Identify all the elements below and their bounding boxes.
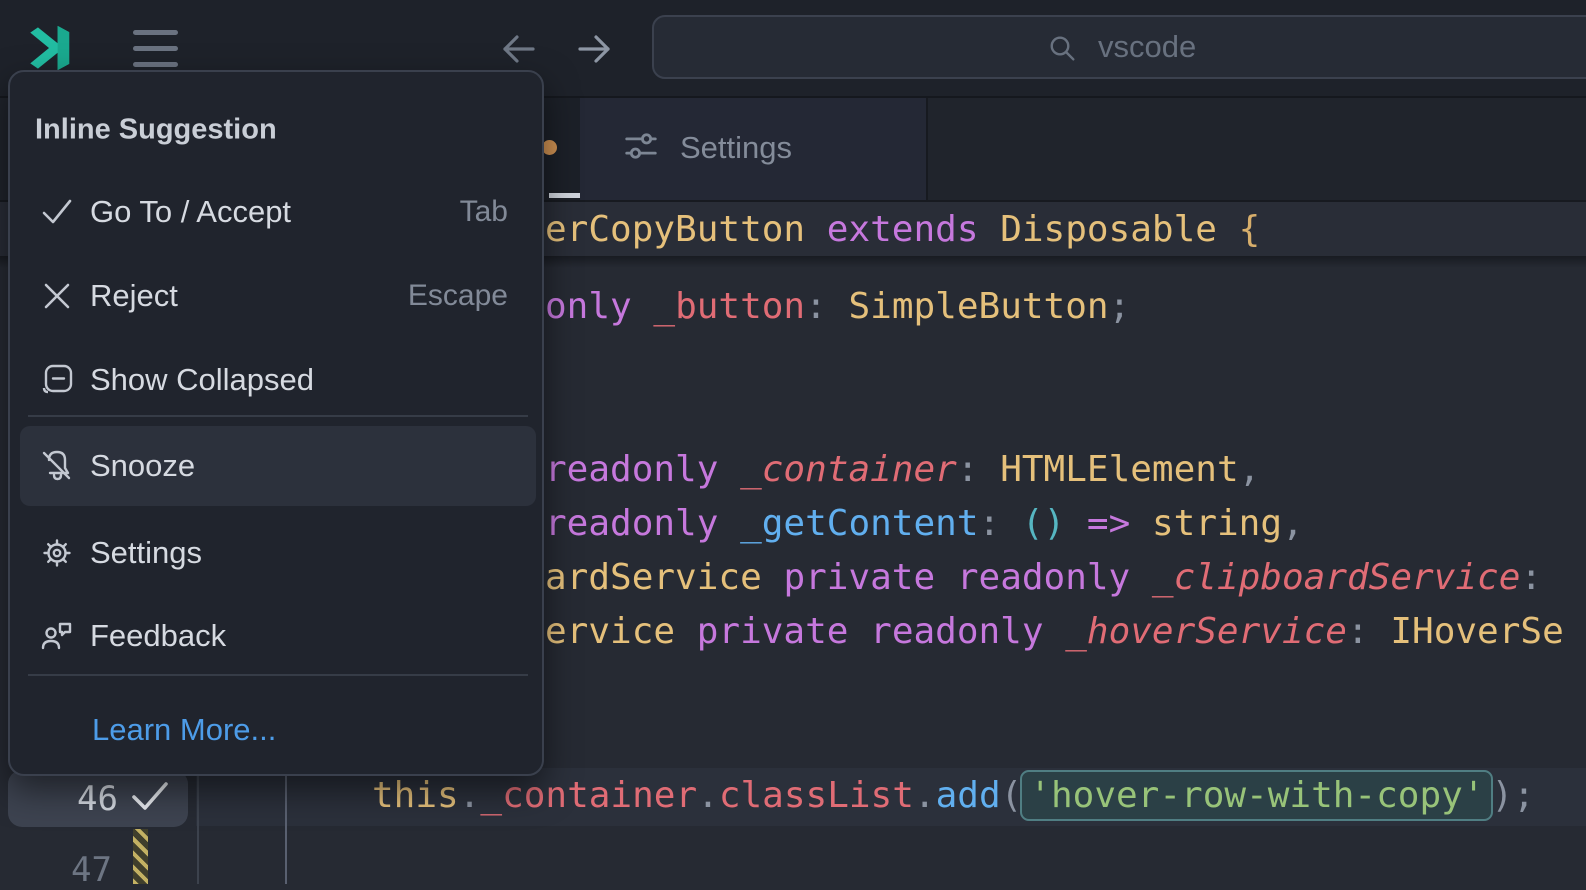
navigate-back-button[interactable] [496, 26, 542, 72]
menu-item-label: Feedback [90, 618, 227, 653]
search-icon [1046, 32, 1078, 69]
active-tab-partially-hidden[interactable] [538, 96, 580, 200]
code-line[interactable]: readonly _container: HTMLElement, [545, 448, 1260, 492]
vscode-window: { "titlebar": { "search_placeholder": "v… [0, 0, 1586, 890]
menu-divider [28, 674, 528, 676]
menu-item-reject[interactable]: Reject Escape [20, 256, 536, 336]
menu-item-shortcut: Tab [459, 195, 508, 228]
menu-item-settings[interactable]: Settings [20, 513, 536, 593]
highlighted-string: 'hover-row-with-copy' [1020, 770, 1494, 821]
menu-item-shortcut: Escape [407, 279, 508, 312]
menu-item-label: Settings [90, 535, 203, 570]
menu-item-label: Reject [90, 278, 178, 313]
inline-suggestion-context-menu: Inline Suggestion Go To / Accept Tab Rej… [8, 70, 544, 776]
sliders-icon [622, 127, 660, 170]
tab-settings[interactable]: Settings [580, 96, 928, 200]
code-line[interactable]: ervice private readonly _hoverService: I… [545, 610, 1564, 654]
bell-slash-icon [38, 447, 76, 485]
menu-item-snooze[interactable]: Snooze [20, 426, 536, 506]
active-tab-underline [549, 193, 580, 198]
close-icon [38, 277, 76, 315]
gear-icon [38, 534, 76, 572]
menu-item-label: Go To / Accept [90, 194, 292, 229]
menu-item-label: Show Collapsed [90, 362, 315, 397]
code-line[interactable]: this._container.classList.add('hover-row… [372, 770, 1535, 821]
menu-item-show-collapsed[interactable]: Show Collapsed [20, 340, 536, 420]
learn-more-link[interactable]: Learn More... [92, 712, 276, 748]
menu-divider [28, 415, 528, 417]
menu-item-feedback[interactable]: Feedback [20, 596, 536, 676]
search-placeholder-text: vscode [1098, 29, 1197, 64]
command-center-search[interactable]: vscode [652, 15, 1586, 79]
code-line[interactable]: ardService private readonly _clipboardSe… [545, 556, 1542, 600]
navigate-forward-button[interactable] [571, 26, 617, 72]
vscode-insiders-logo-icon [25, 22, 73, 74]
unsaved-changes-dot [542, 140, 557, 155]
code-line[interactable]: only _button: SimpleButton; [545, 285, 1130, 329]
menu-item-go-to-accept[interactable]: Go To / Accept Tab [20, 172, 536, 252]
tab-label: Settings [680, 130, 793, 165]
menu-hamburger-icon[interactable] [133, 30, 178, 70]
menu-header: Inline Suggestion [35, 113, 277, 146]
collapse-icon [38, 361, 76, 399]
menu-item-label: Snooze [90, 448, 196, 483]
sticky-code-line[interactable]: erCopyButton extends Disposable { [545, 208, 1260, 252]
feedback-icon [38, 617, 76, 655]
check-icon [38, 193, 76, 231]
code-line[interactable]: readonly _getContent: () => string, [545, 502, 1304, 546]
